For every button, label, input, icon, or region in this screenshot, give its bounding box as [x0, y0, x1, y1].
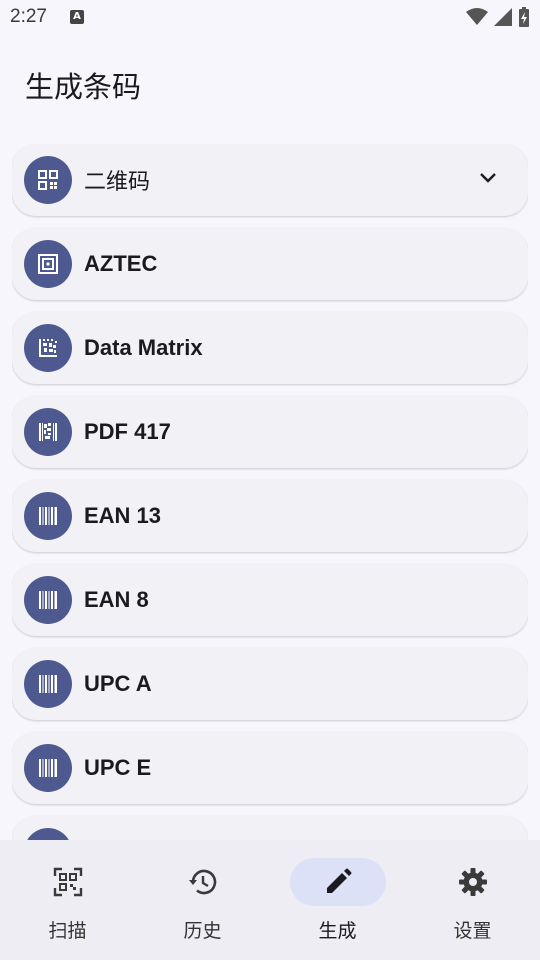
bottom-navigation: 扫描 历史 生成 设置	[0, 840, 540, 960]
nav-item-history[interactable]: 历史	[135, 840, 270, 960]
barcode-type-item-upca[interactable]: UPC A	[12, 648, 528, 720]
barcode-type-item-ean8[interactable]: EAN 8	[12, 564, 528, 636]
chevron-down-icon[interactable]	[478, 168, 498, 188]
barcode-type-item-data-matrix[interactable]: Data Matrix	[12, 312, 528, 384]
barcode-icon	[39, 507, 57, 525]
barcode-icon	[39, 759, 57, 777]
pencil-icon	[326, 868, 351, 893]
nav-item-settings[interactable]: 设置	[405, 840, 540, 960]
pdf417-icon	[39, 423, 57, 441]
barcode-type-item-partial[interactable]	[12, 816, 528, 840]
page-title: 生成条码	[25, 70, 142, 104]
barcode-type-label: 二维码	[84, 170, 151, 195]
barcode-type-label: AZTEC	[84, 251, 158, 276]
barcode-type-label: UPC A	[84, 671, 152, 696]
wifi-icon	[466, 8, 488, 25]
nav-item-scan[interactable]: 扫描	[0, 840, 135, 960]
barcode-icon	[39, 591, 57, 609]
status-bar: 2:27 A	[0, 0, 540, 36]
scan-icon	[53, 867, 82, 897]
history-icon	[188, 869, 216, 895]
barcode-type-label: EAN 8	[84, 587, 149, 612]
barcode-type-label: Data Matrix	[84, 335, 203, 360]
nav-label: 生成	[318, 920, 357, 942]
qr-code-icon	[38, 170, 58, 190]
nav-label: 历史	[183, 920, 222, 942]
barcode-type-label: PDF 417	[84, 419, 171, 444]
aztec-icon	[38, 254, 58, 274]
nav-item-generate[interactable]: 生成	[270, 840, 405, 960]
barcode-type-item-qr[interactable]: 二维码	[12, 144, 528, 216]
nav-label: 扫描	[48, 920, 87, 942]
barcode-icon	[39, 675, 57, 693]
barcode-type-label: EAN 13	[84, 503, 162, 528]
barcode-type-item-aztec[interactable]: AZTEC	[12, 228, 528, 300]
barcode-type-item-upce[interactable]: UPC E	[12, 732, 528, 804]
barcode-type-item-pdf417[interactable]: PDF 417	[12, 396, 528, 468]
data-matrix-icon	[39, 339, 57, 357]
status-icons	[466, 7, 530, 27]
barcode-type-item-ean13[interactable]: EAN 13	[12, 480, 528, 552]
battery-icon	[519, 7, 529, 27]
gear-icon	[458, 868, 487, 896]
barcode-type-label: UPC E	[84, 755, 152, 780]
barcode-type-list[interactable]: 二维码 AZTEC Data Matrix PDF 417 EAN 13 EAN…	[12, 144, 528, 840]
signal-icon	[494, 8, 512, 26]
nav-label: 设置	[453, 920, 492, 942]
status-time: 2:27	[10, 6, 47, 27]
notification-icon: A	[70, 10, 84, 24]
